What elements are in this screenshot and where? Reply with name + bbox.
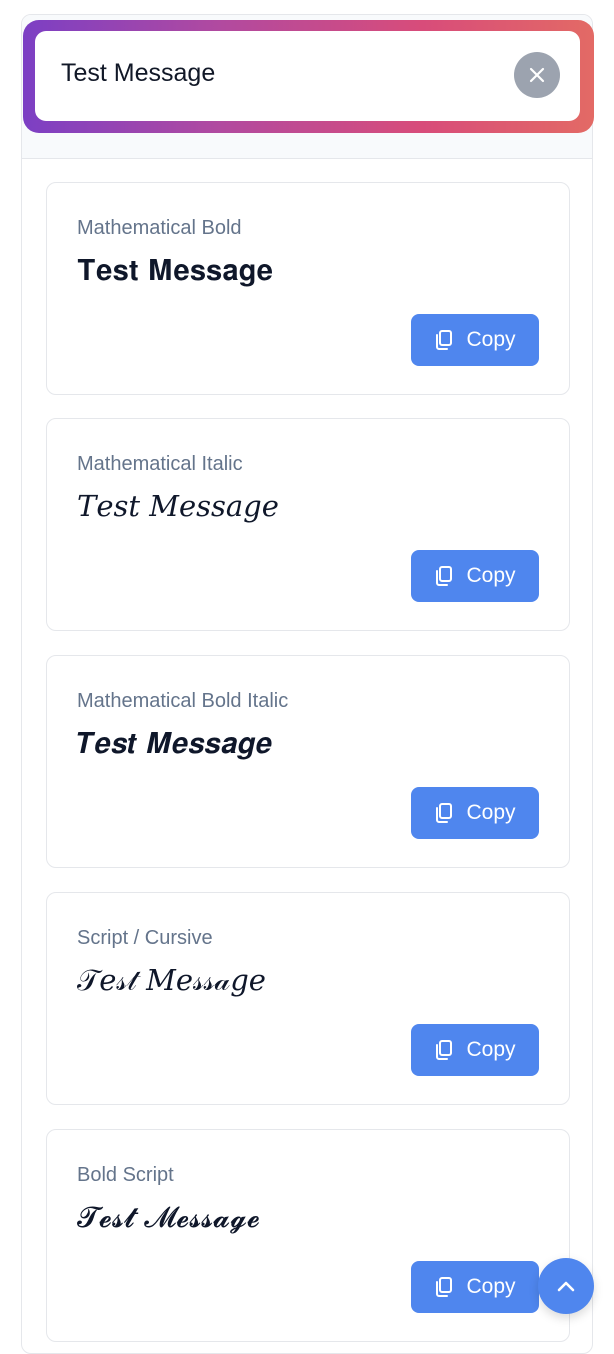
style-card-mathematical-bold-italic: Mathematical Bold Italic 𝑻𝒆𝒔𝒕 𝑴𝒆𝒔𝒔𝒂𝒈𝒆 Co…: [46, 655, 570, 868]
search-field-container: [35, 31, 580, 121]
clear-button[interactable]: [514, 52, 560, 98]
style-label: Script / Cursive: [77, 927, 213, 949]
copy-button[interactable]: Copy: [411, 787, 539, 839]
copy-button-label: Copy: [466, 1038, 516, 1061]
style-card-mathematical-bold: Mathematical Bold 𝐓𝐞𝐬𝐭 𝐌𝐞𝐬𝐬𝐚𝐠𝐞 Copy: [46, 182, 570, 395]
style-label: Mathematical Bold: [77, 217, 242, 239]
style-label: Mathematical Italic: [77, 453, 243, 475]
copy-icon: [436, 803, 453, 823]
copy-icon: [436, 330, 453, 350]
search-box: [23, 20, 594, 133]
copy-button[interactable]: Copy: [411, 314, 539, 366]
style-preview: 𝑇𝑒𝑠𝑡 𝑀𝑒𝑠𝑠𝑎𝑔𝑒: [77, 489, 279, 523]
search-input[interactable]: [61, 53, 501, 93]
copy-button-label: Copy: [466, 1275, 516, 1298]
scroll-to-top-button[interactable]: [538, 1258, 594, 1314]
copy-button-label: Copy: [466, 801, 516, 824]
copy-button-label: Copy: [466, 328, 516, 351]
chevron-up-icon: [557, 1281, 575, 1292]
style-card-bold-script: Bold Script 𝓣𝓮𝓼𝓽 𝓜𝓮𝓼𝓼𝓪𝓰𝓮 Copy: [46, 1129, 570, 1342]
style-preview: 𝓣𝓮𝓼𝓽 𝓜𝓮𝓼𝓼𝓪𝓰𝓮: [77, 1200, 260, 1234]
copy-button[interactable]: Copy: [411, 1261, 539, 1313]
style-preview: 𝑻𝒆𝒔𝒕 𝑴𝒆𝒔𝒔𝒂𝒈𝒆: [77, 726, 273, 760]
copy-button-label: Copy: [466, 564, 516, 587]
style-preview: 𝒯𝑒𝓈𝓉 𝑀𝑒𝓈𝓈𝒶𝑔𝑒: [77, 963, 266, 997]
style-preview: 𝐓𝐞𝐬𝐭 𝐌𝐞𝐬𝐬𝐚𝐠𝐞: [77, 253, 274, 287]
copy-button[interactable]: Copy: [411, 1024, 539, 1076]
copy-button[interactable]: Copy: [411, 550, 539, 602]
copy-icon: [436, 566, 453, 586]
style-label: Bold Script: [77, 1164, 174, 1186]
close-icon: [529, 67, 545, 83]
copy-icon: [436, 1277, 453, 1297]
style-card-mathematical-italic: Mathematical Italic 𝑇𝑒𝑠𝑡 𝑀𝑒𝑠𝑠𝑎𝑔𝑒 Copy: [46, 418, 570, 631]
copy-icon: [436, 1040, 453, 1060]
style-card-script-cursive: Script / Cursive 𝒯𝑒𝓈𝓉 𝑀𝑒𝓈𝓈𝒶𝑔𝑒 Copy: [46, 892, 570, 1105]
style-label: Mathematical Bold Italic: [77, 690, 289, 712]
